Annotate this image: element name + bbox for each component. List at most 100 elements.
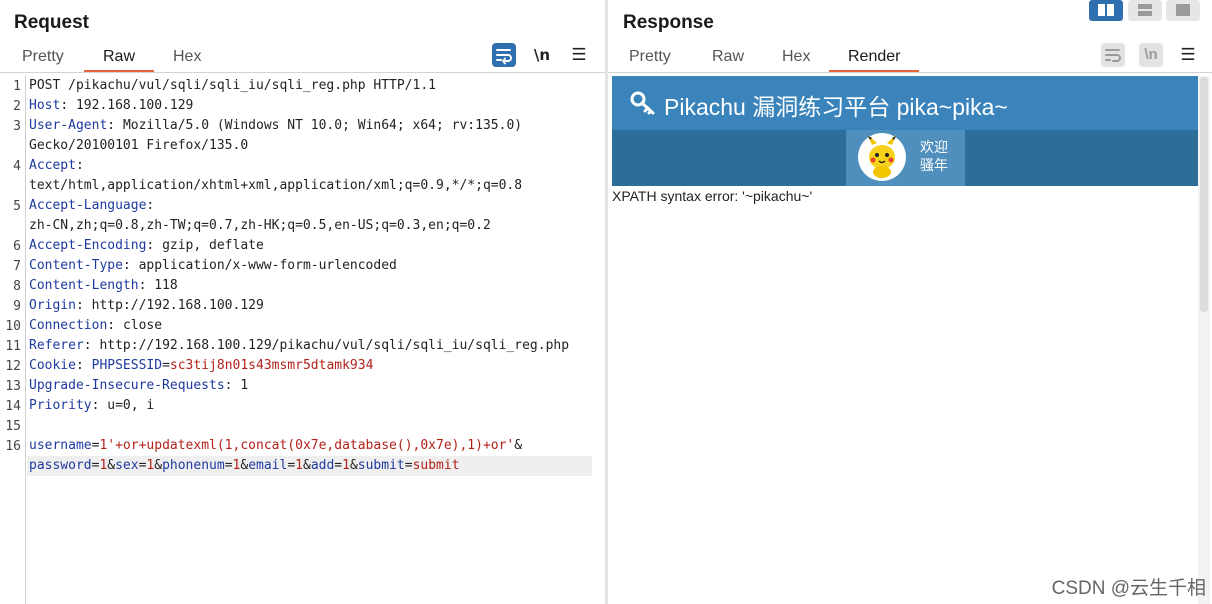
newline-toggle-button-disabled[interactable]: \n — [1139, 43, 1163, 67]
single-pane-layout-icon — [1176, 4, 1190, 16]
xpath-error-message: XPATH syntax error: '~pikachu~' — [612, 188, 813, 204]
header-sep: : — [75, 358, 92, 373]
line-number: 7 — [13, 259, 21, 274]
split-vertical-layout-button[interactable] — [1128, 0, 1162, 21]
line-number: 3 — [13, 119, 21, 134]
line-number: 14 — [5, 399, 21, 414]
header-line: Accept: — [29, 156, 84, 176]
line-number: 5 — [13, 199, 21, 214]
response-tab-raw[interactable]: Raw — [693, 46, 763, 72]
hamburger-menu-icon[interactable]: ☰ — [567, 43, 591, 67]
header-key: Host — [29, 98, 61, 113]
param-value: 1 — [295, 458, 303, 473]
wrap-lines-button[interactable] — [492, 43, 516, 67]
param-name: sex — [115, 458, 139, 473]
header-sep: : — [107, 118, 123, 133]
response-title: Response — [623, 12, 714, 33]
line-number: 4 — [13, 159, 21, 174]
line-number: 1 — [13, 79, 21, 94]
header-key: Accept — [29, 158, 76, 173]
site-title: Pikachu 漏洞练习平台 pika~pika~ — [664, 94, 1008, 120]
response-tab-pretty[interactable]: Pretty — [610, 46, 690, 72]
header-key: Connection — [29, 318, 108, 333]
split-horizontal-layout-button[interactable] — [1089, 0, 1123, 21]
param-value: submit — [412, 458, 460, 473]
request-tab-hex[interactable]: Hex — [154, 46, 220, 72]
wrap-lines-button-disabled[interactable] — [1101, 43, 1125, 67]
site-nav-bar: 欢迎 骚年 — [612, 130, 1198, 186]
line-number-gutter: 1 2 3 4 5 6 7 8 9 10 11 12 13 14 15 16 — [0, 76, 26, 604]
param-punct: = — [404, 458, 413, 473]
param-name: email — [248, 458, 288, 473]
header-key: Cookie — [29, 358, 76, 373]
header-key: Accept-Encoding — [29, 238, 147, 253]
line-number: 6 — [13, 239, 21, 254]
header-line: Content-Type: application/x-www-form-url… — [29, 256, 397, 276]
request-panel: Request Pretty Raw Hex \n ☰ 1 2 3 4 5 6 … — [0, 0, 605, 604]
param-name: username — [29, 438, 92, 453]
header-key: Accept-Language — [29, 198, 147, 213]
line-number: 15 — [5, 419, 21, 434]
hamburger-menu-icon[interactable]: ☰ — [1176, 43, 1200, 67]
welcome-line-1: 欢迎 — [920, 139, 948, 155]
header-sep: : — [75, 158, 84, 173]
line-number: 12 — [5, 359, 21, 374]
header-line: User-Agent: Mozilla/5.0 (Windows NT 10.0… — [29, 116, 522, 136]
param-punct: & — [302, 458, 311, 473]
header-sep: : — [75, 298, 92, 313]
body-line-1: username=1'+or+updatexml(1,concat(0x7e,d… — [29, 436, 522, 456]
line-number: 8 — [13, 279, 21, 294]
request-line: POST /pikachu/vul/sqli/sqli_iu/sqli_reg.… — [29, 76, 436, 96]
welcome-text: 欢迎 骚年 — [920, 138, 948, 174]
newline-toggle-button[interactable]: \n — [530, 43, 554, 67]
param-value: 1 — [342, 458, 350, 473]
header-value: gzip, deflate — [162, 238, 264, 253]
header-sep: : — [138, 278, 155, 293]
request-tab-underline — [0, 72, 605, 73]
scrollbar-thumb[interactable] — [1200, 77, 1208, 312]
header-value: Mozilla/5.0 (Windows NT 10.0; Win64; x64… — [122, 118, 523, 133]
line-number: 16 — [5, 439, 21, 454]
header-key: User-Agent — [29, 118, 108, 133]
response-tab-hex[interactable]: Hex — [763, 46, 829, 72]
response-tab-underline — [608, 72, 1212, 73]
request-tab-raw[interactable]: Raw — [84, 46, 155, 72]
request-editor[interactable]: 1 2 3 4 5 6 7 8 9 10 11 12 13 14 15 16 P… — [0, 76, 605, 604]
header-key: Origin — [29, 298, 76, 313]
param-name: password — [29, 458, 92, 473]
cookie-name: PHPSESSID — [91, 358, 163, 373]
header-line: Origin: http://192.168.100.129 — [29, 296, 264, 316]
param-name: add — [310, 458, 335, 473]
header-sep: : — [224, 378, 241, 393]
welcome-box[interactable]: 欢迎 骚年 — [846, 130, 965, 186]
param-name: submit — [357, 458, 405, 473]
header-value: 192.168.100.129 — [75, 98, 194, 113]
param-punct: = — [224, 458, 233, 473]
single-pane-layout-button[interactable] — [1166, 0, 1200, 21]
header-key: Referer — [29, 338, 84, 353]
request-tab-pretty[interactable]: Pretty — [3, 46, 83, 72]
header-value: http://192.168.100.129 — [91, 298, 264, 313]
header-value: 118 — [154, 278, 178, 293]
cookie-eq: = — [162, 358, 170, 373]
param-punct: = — [287, 458, 296, 473]
header-key: Content-Length — [29, 278, 139, 293]
param-punct: & — [240, 458, 249, 473]
split-horizontal-layout-icon — [1098, 4, 1114, 16]
response-tab-render[interactable]: Render — [829, 46, 920, 72]
header-key: Content-Type — [29, 258, 123, 273]
param-value: 1'+or+updatexml(1,concat(0x7e,database()… — [99, 438, 515, 453]
header-line: Referer: http://192.168.100.129/pikachu/… — [29, 336, 569, 356]
split-vertical-layout-icon — [1138, 4, 1152, 16]
wrap-lines-icon — [496, 49, 512, 65]
header-sep: : — [83, 338, 100, 353]
header-value-wrap: Gecko/20100101 Firefox/135.0 — [29, 138, 249, 153]
key-icon — [630, 91, 655, 115]
line-number: 11 — [5, 339, 21, 354]
header-line: Host: 192.168.100.129 — [29, 96, 193, 116]
header-value-wrap: zh-CN,zh;q=0.8,zh-TW;q=0.7,zh-HK;q=0.5,e… — [29, 218, 491, 233]
render-scrollbar[interactable] — [1198, 76, 1210, 604]
request-line-text: POST /pikachu/vul/sqli/sqli_iu/sqli_reg.… — [29, 78, 436, 93]
param-punct: & — [154, 458, 163, 473]
header-line: Accept-Encoding: gzip, deflate — [29, 236, 264, 256]
